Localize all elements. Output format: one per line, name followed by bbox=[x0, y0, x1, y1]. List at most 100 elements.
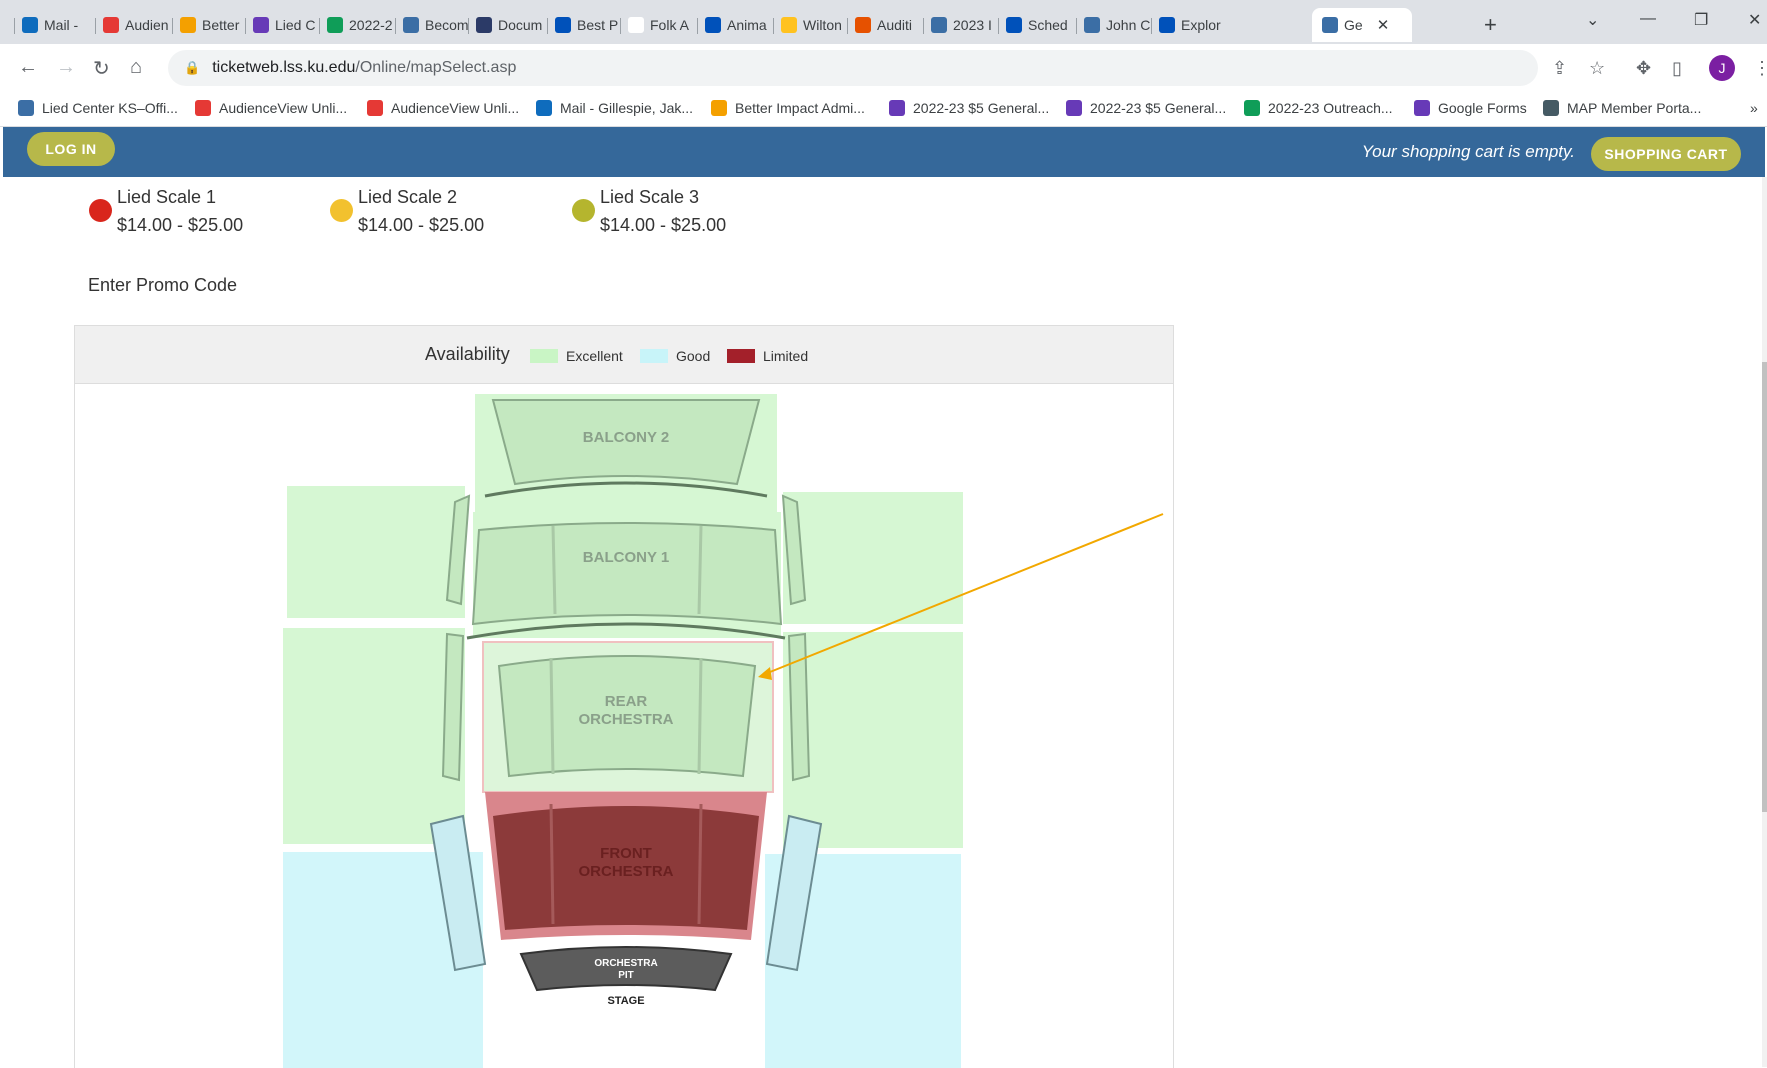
bookmark-item[interactable]: Mail - Gillespie, Jak... bbox=[536, 100, 693, 116]
tab-15[interactable]: Explor bbox=[1151, 8, 1225, 42]
tab-0[interactable]: Mail - bbox=[14, 8, 88, 42]
outlook-icon bbox=[22, 17, 38, 33]
tab-label: Better bbox=[202, 17, 240, 33]
side-box-left-mid[interactable] bbox=[283, 628, 465, 844]
tab-10[interactable]: Wilton bbox=[773, 8, 847, 42]
tab-5[interactable]: Becom bbox=[395, 8, 469, 42]
blank-icon bbox=[628, 17, 644, 33]
audienceview-icon bbox=[103, 17, 119, 33]
orchestra-pit-section[interactable]: ORCHESTRA PIT bbox=[519, 946, 733, 992]
new-tab-button[interactable]: + bbox=[1484, 12, 1497, 38]
lock-icon: 🔒 bbox=[184, 60, 201, 75]
balcony-1-section[interactable]: BALCONY 1 bbox=[466, 512, 786, 640]
balcony-2-section[interactable]: BALCONY 2 bbox=[475, 394, 777, 514]
tab-separator bbox=[468, 18, 469, 34]
side-panel-icon[interactable]: ▯ bbox=[1672, 58, 1682, 79]
bookmark-item[interactable]: 2022-23 Outreach... bbox=[1244, 100, 1393, 116]
ku-icon bbox=[555, 17, 571, 33]
login-button[interactable]: LOG IN bbox=[27, 132, 115, 166]
balcony-1-label: BALCONY 1 bbox=[583, 549, 669, 566]
tab-14[interactable]: John C bbox=[1076, 8, 1150, 42]
scale-price: $14.00 - $25.00 bbox=[117, 215, 244, 235]
share-icon[interactable]: ⇪ bbox=[1552, 58, 1567, 79]
side-box-right-mid[interactable] bbox=[783, 632, 963, 848]
address-bar[interactable]: 🔒 ticketweb.lss.ku.edu /Online/mapSelect… bbox=[168, 50, 1538, 86]
tab-12[interactable]: 2023 I bbox=[923, 8, 997, 42]
lied-icon bbox=[18, 100, 34, 116]
walmart-icon bbox=[781, 17, 797, 33]
scrollbar-thumb[interactable] bbox=[1762, 362, 1767, 812]
forward-icon[interactable]: → bbox=[56, 56, 76, 79]
bookmark-label: MAP Member Porta... bbox=[1567, 100, 1702, 116]
scale-price: $14.00 - $25.00 bbox=[600, 215, 727, 235]
extensions-icon[interactable]: ✥ bbox=[1636, 58, 1651, 79]
bookmark-item[interactable]: 2022-23 $5 General... bbox=[1066, 100, 1226, 116]
front-orchestra-label-line1: FRONT bbox=[600, 845, 652, 862]
url-path: /Online/mapSelect.asp bbox=[355, 59, 517, 76]
tab-label: Sched bbox=[1028, 17, 1068, 33]
bookmark-item[interactable]: MAP Member Porta... bbox=[1543, 100, 1701, 116]
seating-map: BALCONY 2 BALCONY 1 REAR ORCHESTRA FRONT… bbox=[283, 394, 1164, 1068]
close-window-button[interactable]: ✕ bbox=[1748, 10, 1761, 30]
tab-separator bbox=[923, 18, 924, 34]
tab-separator bbox=[1151, 18, 1152, 34]
tab-separator bbox=[172, 18, 173, 34]
bookmark-item[interactable]: AudienceView Unli... bbox=[367, 100, 519, 116]
restore-button[interactable]: ❐ bbox=[1694, 10, 1708, 30]
browser-toolbar: ← → ↻ ⌂ 🔒 ticketweb.lss.ku.edu /Online/m… bbox=[0, 44, 1767, 92]
tab-label: Becom bbox=[425, 17, 469, 33]
enter-promo-code-link[interactable]: Enter Promo Code bbox=[88, 275, 237, 296]
orchestra-pit-label-line1: ORCHESTRA bbox=[594, 958, 657, 969]
tab-3[interactable]: Lied C bbox=[245, 8, 319, 42]
tab-4[interactable]: 2022-2 bbox=[319, 8, 393, 42]
forms-icon bbox=[1414, 100, 1430, 116]
tab-7[interactable]: Best P bbox=[547, 8, 621, 42]
tab-separator bbox=[1076, 18, 1077, 34]
tab-2[interactable]: Better bbox=[172, 8, 246, 42]
box-seats-left-mid[interactable] bbox=[441, 632, 465, 782]
tab-9[interactable]: Anima bbox=[697, 8, 771, 42]
tab-label: Audien bbox=[125, 17, 169, 33]
bookmark-item[interactable]: 2022-23 $5 General... bbox=[889, 100, 1049, 116]
minimize-button[interactable]: — bbox=[1640, 10, 1656, 28]
menu-kebab-icon[interactable]: ⋮ bbox=[1753, 58, 1767, 79]
audienceview-icon bbox=[367, 100, 383, 116]
tab-6[interactable]: Docum bbox=[468, 8, 542, 42]
reload-icon[interactable]: ↻ bbox=[93, 56, 110, 81]
scale-color-dot bbox=[572, 199, 595, 222]
bookmark-item[interactable]: Google Forms bbox=[1414, 100, 1527, 116]
ku-icon bbox=[1006, 17, 1022, 33]
tab-separator bbox=[998, 18, 999, 34]
tab-11[interactable]: Auditi bbox=[847, 8, 921, 42]
scale-price: $14.00 - $25.00 bbox=[358, 215, 485, 235]
legend-good: Good bbox=[640, 348, 710, 364]
rear-orchestra-section[interactable]: REAR ORCHESTRA bbox=[482, 641, 774, 793]
page-scrollbar[interactable] bbox=[1762, 177, 1767, 1067]
bookmark-label: Mail - Gillespie, Jak... bbox=[560, 100, 694, 116]
tab-13[interactable]: Sched bbox=[998, 8, 1072, 42]
tab-label: Docum bbox=[498, 17, 542, 33]
bookmark-label: AudienceView Unli... bbox=[391, 100, 520, 116]
close-tab-icon[interactable]: ✕ bbox=[1377, 16, 1390, 34]
box-seats-right-mid[interactable] bbox=[787, 632, 811, 782]
tab-separator bbox=[773, 18, 774, 34]
front-orchestra-section[interactable]: FRONT ORCHESTRA bbox=[485, 792, 767, 940]
profile-avatar[interactable]: J bbox=[1709, 55, 1735, 81]
bookmark-item[interactable]: AudienceView Unli... bbox=[195, 100, 347, 116]
tab-search-chevron-icon[interactable]: ⌄ bbox=[1586, 10, 1599, 30]
bookmark-item[interactable]: Better Impact Admi... bbox=[711, 100, 865, 116]
home-icon[interactable]: ⌂ bbox=[130, 56, 142, 79]
tab-active[interactable]: Ge ✕ bbox=[1312, 8, 1412, 42]
scale-name: Lied Scale 1 bbox=[117, 187, 217, 207]
bookmark-item[interactable]: Lied Center KS–Offi... bbox=[18, 100, 178, 116]
legend-excellent: Excellent bbox=[530, 348, 623, 364]
bookmark-star-icon[interactable]: ☆ bbox=[1589, 58, 1605, 79]
tab-1[interactable]: Audien bbox=[95, 8, 169, 42]
tab-label: Anima bbox=[727, 17, 767, 33]
back-icon[interactable]: ← bbox=[18, 56, 38, 79]
audienceview-icon bbox=[195, 100, 211, 116]
tab-8[interactable]: Folk A bbox=[620, 8, 694, 42]
side-box-left-upper[interactable] bbox=[287, 486, 465, 618]
more-bookmarks-button[interactable]: » bbox=[1750, 100, 1758, 116]
shopping-cart-button[interactable]: SHOPPING CART bbox=[1591, 137, 1741, 171]
